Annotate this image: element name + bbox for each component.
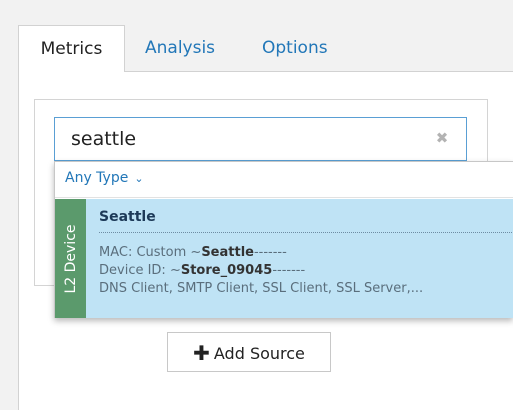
- type-strip: L2 Device: [55, 199, 86, 318]
- result-mac-line: MAC: Custom ~Seattle-------: [99, 245, 287, 260]
- type-filter-label: Any Type: [65, 170, 129, 186]
- tab-bar: Metrics Analysis Options: [0, 0, 513, 72]
- tab-metrics-label: Metrics: [40, 39, 103, 59]
- result-title: Seattle: [99, 209, 156, 225]
- result-device-line: Device ID: ~Store_09045-------: [99, 263, 305, 278]
- search-input[interactable]: [71, 118, 421, 160]
- add-source-button[interactable]: ✚ Add Source: [167, 332, 331, 372]
- type-filter-row: Any Type ⌄: [55, 162, 513, 198]
- search-result-item[interactable]: L2 Device Seattle MAC: Custom ~Seattle--…: [55, 199, 513, 318]
- search-results-dropdown: Any Type ⌄ L2 Device Seattle MAC: Custom …: [54, 161, 513, 318]
- device-match: Store_09045: [180, 263, 273, 278]
- type-filter-dropdown[interactable]: Any Type ⌄: [65, 170, 144, 186]
- tab-metrics[interactable]: Metrics: [18, 25, 125, 72]
- add-source-label: Add Source: [213, 344, 305, 363]
- close-icon[interactable]: ✖: [432, 128, 452, 148]
- device-prefix: Device ID: ~: [99, 263, 181, 278]
- chevron-down-icon: ⌄: [134, 172, 144, 185]
- result-services-line: DNS Client, SMTP Client, SSL Client, SSL…: [99, 281, 424, 296]
- device-suffix: -------: [272, 263, 306, 278]
- mac-prefix: MAC: Custom ~: [99, 245, 202, 260]
- search-box: ✖: [54, 117, 467, 161]
- mac-suffix: -------: [253, 245, 287, 260]
- type-strip-label: L2 Device: [62, 223, 79, 294]
- tab-analysis[interactable]: Analysis: [145, 25, 215, 72]
- tab-analysis-label: Analysis: [145, 38, 216, 58]
- plus-icon: ✚: [193, 341, 210, 365]
- mac-match: Seattle: [201, 245, 254, 260]
- tab-options-label: Options: [262, 38, 328, 58]
- tab-options[interactable]: Options: [262, 25, 328, 72]
- result-divider: [99, 232, 513, 233]
